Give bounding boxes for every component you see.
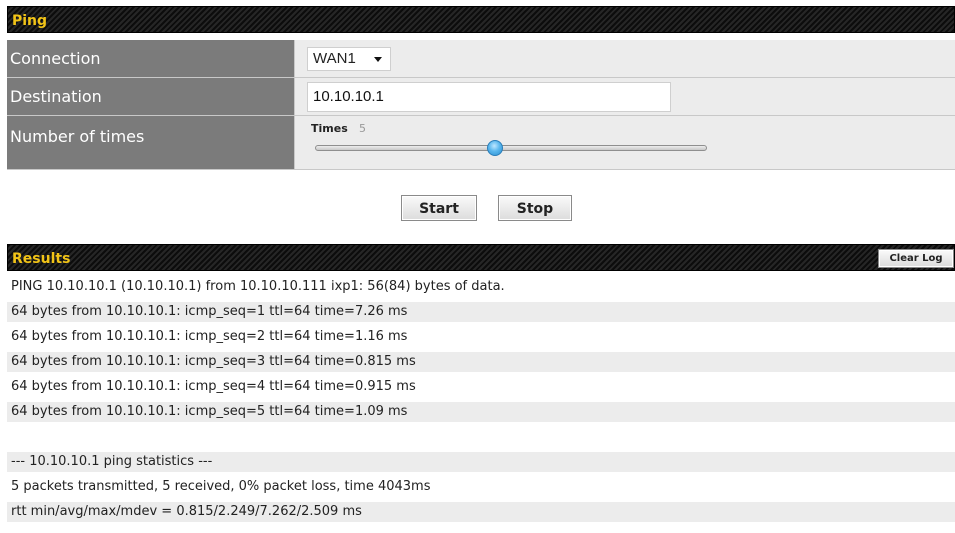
log-line: rtt min/avg/max/mdev = 0.815/2.249/7.262… [7,502,955,522]
times-row: Number of times Times 5 [7,116,955,170]
times-slider-value: 5 [359,122,366,135]
log-line [7,427,955,447]
times-slider-track[interactable] [315,140,707,156]
clear-log-button[interactable]: Clear Log [878,249,954,268]
ping-section-title: Ping [12,13,48,29]
stop-button[interactable]: Stop [498,195,572,221]
times-slider-handle[interactable] [487,140,504,156]
connection-select-value: WAN1 [313,50,356,67]
destination-input[interactable]: 10.10.10.1 [307,82,671,112]
log-line: 64 bytes from 10.10.10.1: icmp_seq=3 ttl… [7,352,955,372]
results-section-header: Results Clear Log [7,244,955,271]
connection-value-cell: WAN1 [295,40,955,78]
connection-label: Connection [7,40,295,78]
log-line: 5 packets transmitted, 5 received, 0% pa… [7,477,955,497]
log-line: 64 bytes from 10.10.10.1: icmp_seq=1 ttl… [7,302,955,322]
results-section-title: Results [12,251,71,267]
log-line: PING 10.10.10.1 (10.10.10.1) from 10.10.… [7,277,955,297]
times-label: Number of times [7,116,295,170]
connection-select[interactable]: WAN1 [307,47,391,71]
connection-row: Connection WAN1 [7,40,955,78]
times-value-cell: Times 5 [295,116,955,170]
log-line: 64 bytes from 10.10.10.1: icmp_seq=5 ttl… [7,402,955,422]
chevron-down-icon [374,57,382,62]
log-line: 64 bytes from 10.10.10.1: icmp_seq=4 ttl… [7,377,955,397]
destination-value-cell: 10.10.10.1 [295,78,955,116]
destination-row: Destination 10.10.10.1 [7,78,955,116]
ping-section-header: Ping [7,6,955,33]
log-line: --- 10.10.10.1 ping statistics --- [7,452,955,472]
log-line: 64 bytes from 10.10.10.1: icmp_seq=2 ttl… [7,327,955,347]
times-slider-label: Times [311,122,348,135]
destination-label: Destination [7,78,295,116]
start-button[interactable]: Start [401,195,477,221]
